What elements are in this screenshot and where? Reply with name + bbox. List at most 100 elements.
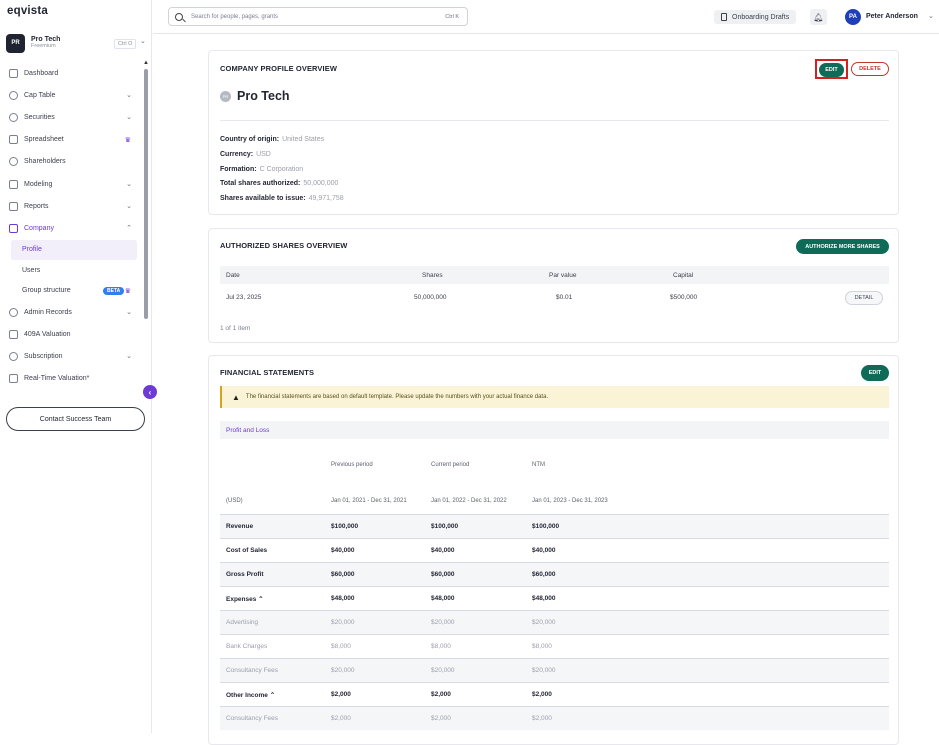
warning-text: The financial statements are based on de… [245,394,549,400]
sidebar-nav: Dashboard Cap Table ⌄ Securities ⌄ Sprea… [6,62,138,390]
chevron-down-icon: ⌄ [126,203,132,211]
sidebar-item-label: Reports [24,202,49,210]
sidebar-subitem-group-structure[interactable]: Group structure BETA ♛ [11,281,137,302]
prop-label: Currency: [220,151,254,158]
row-shares: 50,000,000 [414,294,447,301]
search-input[interactable]: Search for people, pages, grants Ctrl K [168,7,468,26]
sidebar-item-dashboard[interactable]: Dashboard [6,62,138,84]
sidebar-item-label: Admin Records [24,308,72,316]
contact-success-team-button[interactable]: Contact Success Team [6,407,145,431]
prop-label: Country of origin: [220,136,280,143]
row-value: $2,000 [331,715,351,722]
sidebar-item-label: Dashboard [24,69,59,77]
company-switch-shortcut: Ctrl O [114,39,137,49]
table-row-other-income[interactable]: Other Income ⌃ $2,000 $2,000 $2,000 [220,682,889,706]
row-label: Expenses ⌃ [226,596,264,603]
authorize-more-shares-button[interactable]: AUTHORIZE MORE SHARES [796,239,889,254]
securities-icon [9,112,18,122]
search-placeholder: Search for people, pages, grants [191,13,279,20]
row-value: $48,000 [532,595,556,602]
sidebar-item-spreadsheet[interactable]: Spreadsheet ♛ [6,129,138,151]
table-row-gross-profit: Gross Profit $60,000 $60,000 $60,000 [220,562,889,586]
chevron-down-icon: ⌄ [126,114,132,122]
sidebar-subitem-profile[interactable]: Profile [11,239,137,260]
default-template-warning: ▲ The financial statements are based on … [220,386,889,408]
prop-value: USD [256,151,271,158]
table-row-bank-charges: Bank Charges $8,000 $8,000 $8,000 [220,634,889,658]
row-value: $60,000 [532,571,556,578]
sidebar-scrollbar[interactable] [144,69,148,319]
company-switcher[interactable]: PR Pro Tech Freemium Ctrl O ⌄ [6,33,148,53]
prop-value: 49,971,758 [308,195,344,202]
sidebar-item-cap-table[interactable]: Cap Table ⌄ [6,84,138,106]
sidebar-item-shareholders[interactable]: Shareholders [6,151,138,173]
total-shares-authorized: Total shares authorized: 50,000,000 [220,180,338,187]
search-icon [175,12,183,21]
table-row-consultancy-fees: Consultancy Fees $20,000 $20,000 $20,000 [220,658,889,682]
sidebar-item-company[interactable]: Company ⌃ [6,217,138,239]
row-label: Other Income ⌃ [226,692,276,699]
company-profile-title: COMPANY PROFILE OVERVIEW [220,64,337,73]
sidebar-item-409a-valuation[interactable]: 409A Valuation [6,323,138,345]
sidebar: eqvista PR Pro Tech Freemium Ctrl O ⌄ Da… [0,0,157,733]
sidebar-subitem-users[interactable]: Users [11,260,137,281]
eqvista-logo[interactable]: eqvista [7,5,48,17]
financial-statements-title: FINANCIAL STATEMENTS [220,368,315,377]
sidebar-item-real-time-valuation[interactable]: Real-Time Valuation* [6,368,138,390]
sidebar-item-label: Securities [24,113,55,121]
row-date: Jul 23, 2025 [226,294,262,301]
column-header-par-value: Par value [549,272,577,279]
row-value: $20,000 [532,619,556,626]
topbar: Search for people, pages, grants Ctrl K … [153,0,939,34]
company-logo: PR [220,90,231,102]
collapse-sidebar-button[interactable]: ‹ [143,385,157,399]
edit-financials-button[interactable]: EDIT [861,365,889,381]
edit-profile-button[interactable]: EDIT [819,63,844,77]
sidebar-item-modeling[interactable]: Modeling ⌄ [6,173,138,195]
table-row-advertising: Advertising $20,000 $20,000 $20,000 [220,610,889,634]
row-label: Advertising [226,619,259,626]
onboarding-drafts-button[interactable]: Onboarding Drafts [714,10,797,24]
row-value: $100,000 [331,523,359,530]
column-header-current: Current period [431,462,470,468]
profit-and-loss-tab[interactable]: Profit and Loss [220,421,889,439]
period-range: Jan 01, 2021 - Dec 31, 2021 [331,498,407,504]
prop-label: Total shares authorized: [220,180,301,187]
financial-statements-card: FINANCIAL STATEMENTS EDIT ▲ The financia… [208,355,899,745]
row-value: $20,000 [431,667,455,674]
chevron-down-icon: ⌄ [126,181,132,189]
table-row-expenses[interactable]: Expenses ⌃ $48,000 $48,000 $48,000 [220,586,889,610]
sidebar-item-label: Subscription [24,352,63,360]
scroll-up-arrow-icon[interactable]: ▲ [143,60,149,66]
shield-icon [9,307,18,317]
dashboard-icon [9,68,18,78]
company-icon [9,223,18,233]
sidebar-item-admin-records[interactable]: Admin Records ⌄ [6,301,138,323]
detail-button[interactable]: DETAIL [845,291,883,305]
sidebar-item-label: Modeling [24,180,53,188]
company-avatar: PR [6,33,25,53]
chevron-up-icon: ⌃ [126,225,132,233]
sidebar-item-subscription[interactable]: Subscription ⌄ [6,345,138,367]
row-value: $2,000 [431,691,451,698]
table-row-consultancy-fees-income: Consultancy Fees $2,000 $2,000 $2,000 [220,706,889,730]
company-plan: Freemium [31,43,56,50]
prop-value: 50,000,000 [303,180,339,187]
chevron-down-icon[interactable]: ⌄ [928,12,934,20]
prop-label: Shares available to issue: [220,195,306,202]
row-value: $8,000 [532,643,552,650]
crown-icon: ♛ [124,136,131,144]
company-name: Pro Tech [31,36,61,44]
avatar[interactable]: PA [845,9,861,25]
authorized-shares-card: AUTHORIZED SHARES OVERVIEW AUTHORIZE MOR… [208,228,899,343]
sidebar-item-reports[interactable]: Reports ⌄ [6,195,138,217]
sidebar-item-securities[interactable]: Securities ⌄ [6,106,138,128]
user-name[interactable]: Peter Anderson [866,13,918,20]
sidebar-item-label: Spreadsheet [24,136,64,144]
row-value: $20,000 [532,667,556,674]
subscription-icon [9,351,18,361]
bell-icon[interactable]: 🔔︎ [810,9,827,25]
column-header-shares: Shares [422,272,443,279]
row-value: $20,000 [331,619,355,626]
delete-company-button[interactable]: DELETE [851,62,889,76]
